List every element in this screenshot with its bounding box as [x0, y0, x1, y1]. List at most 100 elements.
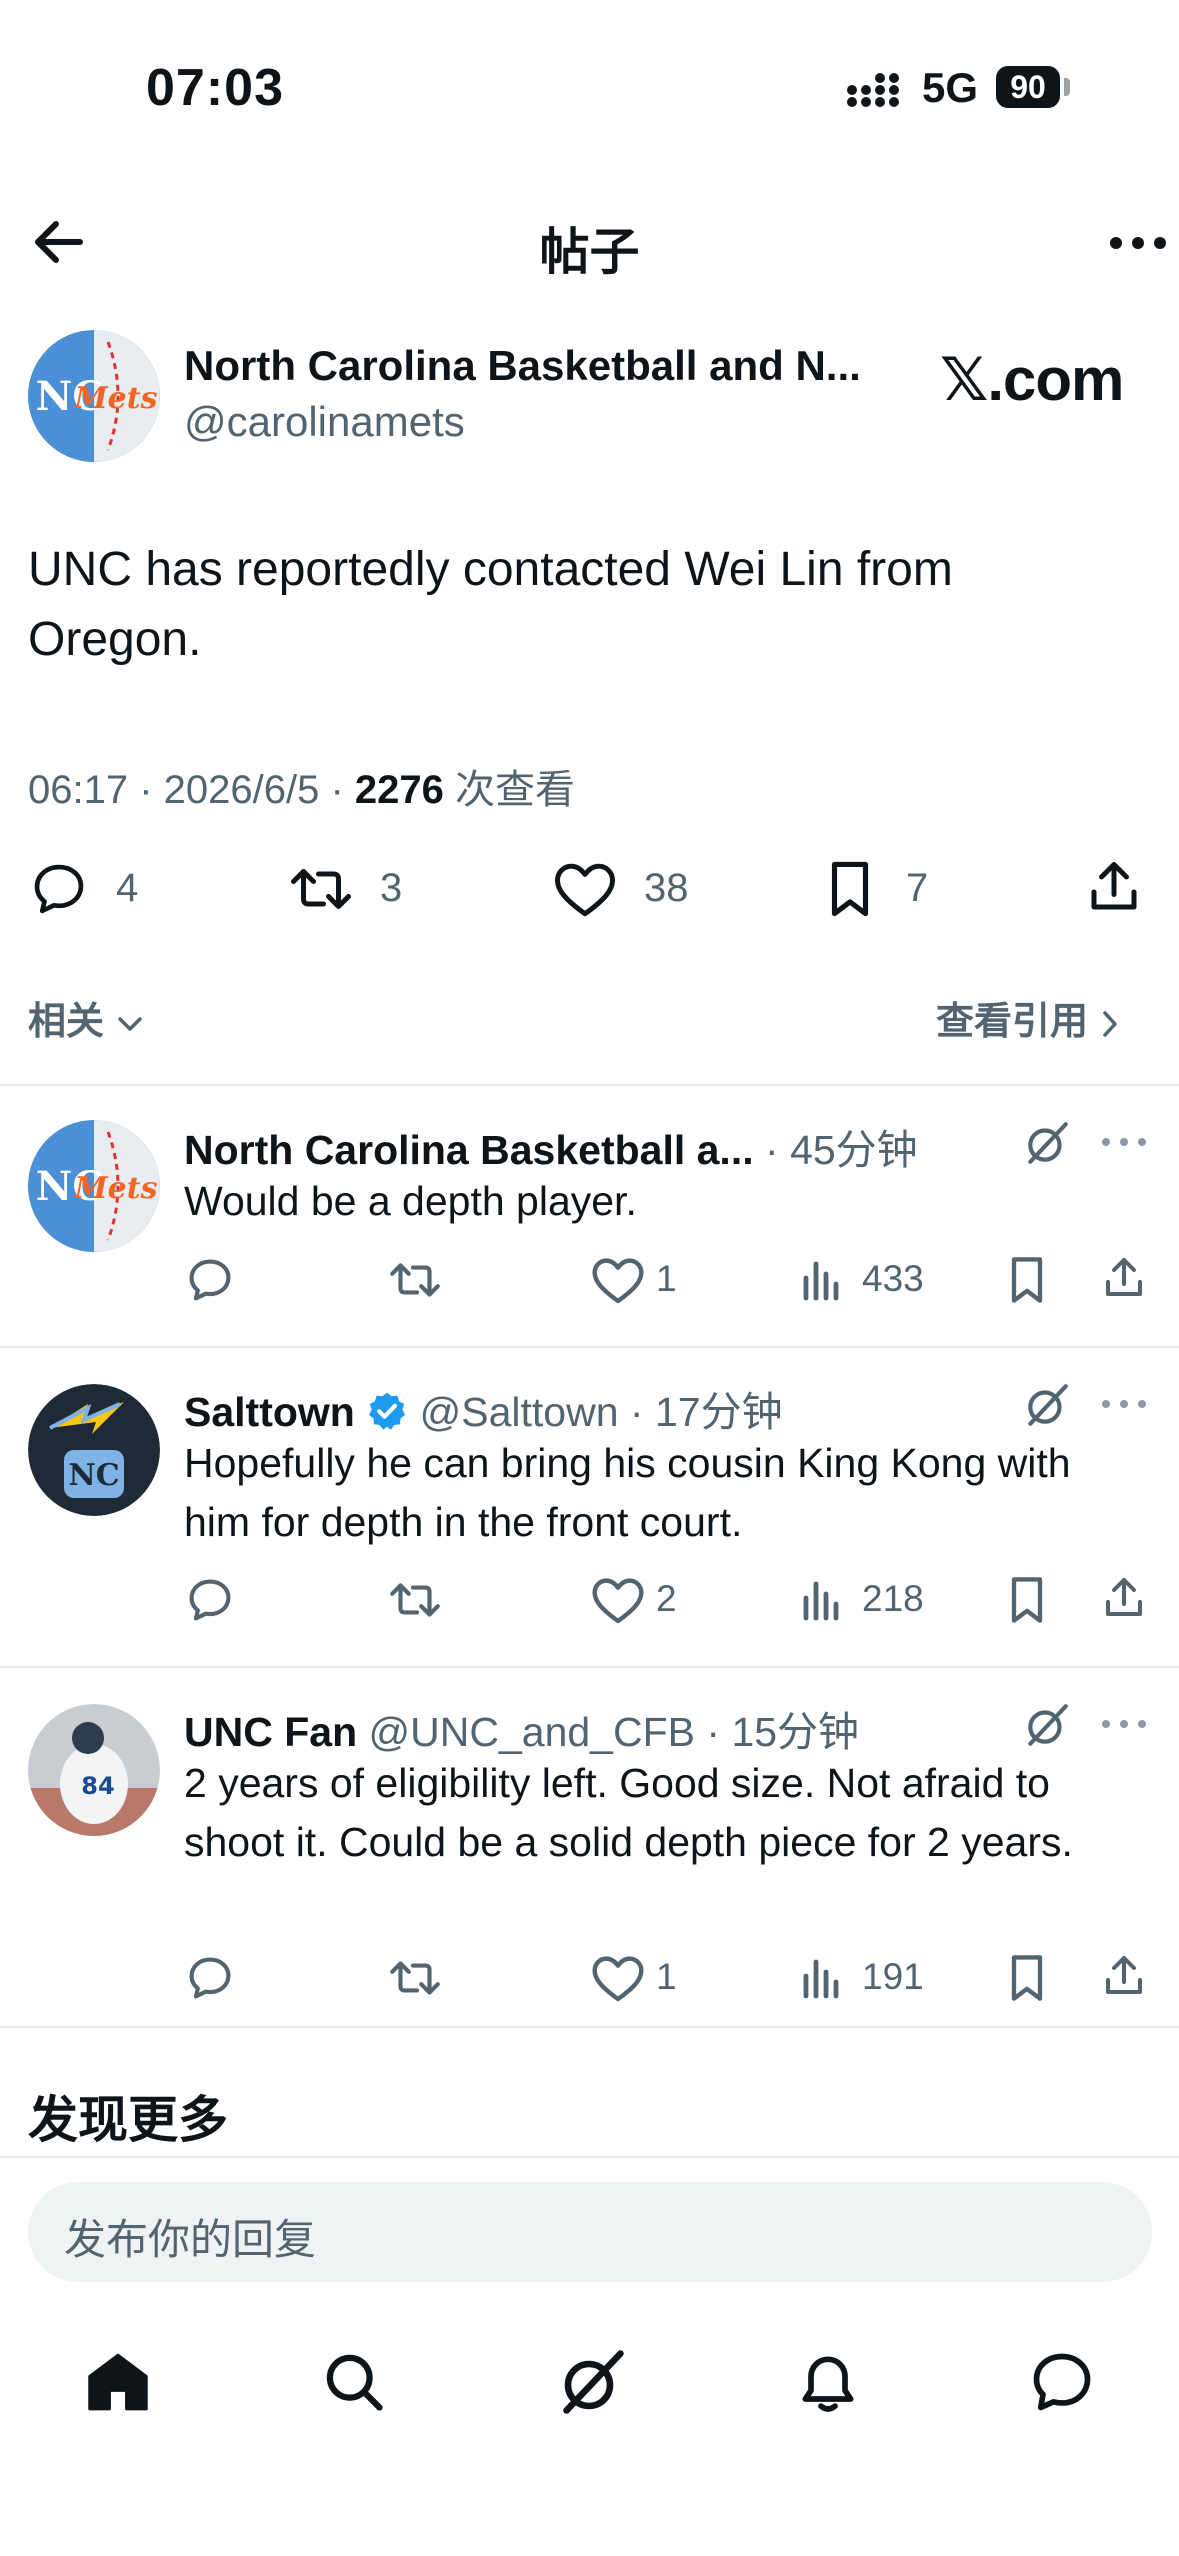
- nav-search[interactable]: [320, 2348, 388, 2416]
- related-dropdown[interactable]: 相关: [28, 990, 145, 1045]
- more-options-button[interactable]: [1108, 232, 1168, 254]
- share-icon: [1091, 862, 1137, 910]
- view-quotes-link[interactable]: 查看引用: [936, 990, 1121, 1045]
- post-views: 2276: [354, 768, 444, 812]
- nav-home[interactable]: [84, 2348, 152, 2416]
- xcom-watermark: 𝕏.com: [940, 346, 1124, 413]
- views-button[interactable]: [800, 1254, 844, 1306]
- post-date: 2026/6/5: [163, 768, 320, 812]
- reply-time: · 17分钟: [629, 1389, 783, 1435]
- nav-notifications[interactable]: [794, 2348, 862, 2416]
- battery-icon: [1064, 78, 1070, 96]
- views-count: 433: [862, 1258, 924, 1299]
- like-count: 1: [656, 1258, 677, 1299]
- more-icon[interactable]: [1100, 1396, 1148, 1412]
- reply-icon: [34, 864, 84, 914]
- divider: [0, 2026, 1179, 2028]
- home-icon: [88, 2353, 148, 2411]
- nav-messages[interactable]: [1028, 2348, 1096, 2416]
- heart-icon: [592, 1578, 644, 1624]
- more-icon[interactable]: [1100, 1716, 1148, 1732]
- repost-button[interactable]: [386, 1254, 444, 1306]
- like-button[interactable]: [590, 1952, 646, 2004]
- status-time: 07:03: [146, 59, 284, 117]
- post-time: 06:17: [28, 768, 129, 812]
- bookmark-button[interactable]: [1004, 1952, 1050, 2004]
- grok-icon[interactable]: [1022, 1380, 1072, 1430]
- divider: [0, 1084, 1179, 1086]
- like-count: 38: [644, 866, 689, 910]
- reply-author-handle: @Salttown: [419, 1389, 619, 1435]
- repost-button[interactable]: [386, 1952, 444, 2004]
- like-count: 2: [656, 1578, 677, 1619]
- chevron-down-icon: [117, 1017, 142, 1031]
- reply-icon: [189, 1579, 231, 1621]
- signal-icon: [846, 70, 910, 110]
- share-button[interactable]: [1100, 1572, 1148, 1624]
- like-button[interactable]: [590, 1574, 646, 1626]
- bookmark-icon: [1011, 1955, 1043, 2001]
- page-title: 帖子: [539, 224, 640, 280]
- reply-author-line[interactable]: Salttown @Salttown · 17分钟: [184, 1378, 783, 1438]
- bookmark-icon: [1011, 1257, 1043, 1303]
- search-icon: [326, 2354, 383, 2411]
- view-quotes-label: 查看引用: [936, 1001, 1089, 1043]
- reply-button[interactable]: [184, 1952, 236, 2004]
- reply-time: · 45分钟: [765, 1127, 918, 1173]
- views-count: 218: [862, 1578, 924, 1619]
- bookmark-button[interactable]: [1004, 1574, 1050, 1626]
- divider: [0, 1346, 1179, 1348]
- reply-button[interactable]: [28, 858, 90, 920]
- repost-button[interactable]: [286, 858, 356, 920]
- views-button[interactable]: [800, 1952, 844, 2004]
- views-count: 191: [862, 1956, 924, 1997]
- repost-icon: [390, 1961, 440, 1995]
- like-button[interactable]: [590, 1254, 646, 1306]
- network-type: 5G: [922, 64, 979, 111]
- like-button[interactable]: [552, 858, 618, 920]
- more-icon[interactable]: [1100, 1134, 1148, 1150]
- like-count: 1: [656, 1956, 677, 1997]
- post-views-label: 次查看: [455, 768, 576, 812]
- bookmark-button[interactable]: [820, 858, 880, 920]
- reply-avatar[interactable]: NC Mets: [28, 1120, 160, 1252]
- reply-avatar[interactable]: 84: [28, 1704, 160, 1836]
- heart-icon: [592, 1956, 644, 2002]
- chevron-right-icon: [1102, 1011, 1117, 1037]
- more-icon: [1110, 237, 1166, 249]
- reply-author-name: Salttown: [184, 1389, 355, 1435]
- related-label: 相关: [28, 1001, 105, 1043]
- reply-avatar[interactable]: NC: [28, 1384, 160, 1516]
- author-avatar[interactable]: NC Mets: [28, 330, 160, 462]
- bookmark-button[interactable]: [1004, 1254, 1050, 1306]
- reply-button[interactable]: [184, 1574, 236, 1626]
- reply-author-name: North Carolina Basketball a...: [184, 1127, 754, 1173]
- verified-badge-icon: [369, 1392, 406, 1430]
- nav-grok[interactable]: [556, 2346, 628, 2418]
- share-icon: [1106, 1956, 1142, 1994]
- share-button[interactable]: [1100, 1252, 1148, 1304]
- messages-icon: [1033, 2353, 1091, 2411]
- share-button[interactable]: [1084, 856, 1144, 918]
- repost-icon: [291, 869, 351, 909]
- divider: [0, 2156, 1179, 2158]
- views-button[interactable]: [800, 1574, 844, 1626]
- author-name[interactable]: North Carolina Basketball and N...: [184, 342, 861, 390]
- svg-text:Mets: Mets: [73, 1171, 157, 1206]
- reply-button[interactable]: [184, 1254, 236, 1306]
- share-icon: [1106, 1578, 1142, 1616]
- repost-button[interactable]: [386, 1574, 444, 1626]
- bookmark-count: 7: [906, 866, 929, 910]
- analytics-icon: [803, 1261, 839, 1301]
- share-icon: [1106, 1258, 1142, 1296]
- reply-icon: [189, 1259, 231, 1301]
- analytics-icon: [803, 1959, 839, 1999]
- reply-author-line[interactable]: UNC Fan @UNC_and_CFB · 15分钟: [184, 1698, 859, 1758]
- grok-icon[interactable]: [1022, 1700, 1072, 1750]
- author-handle[interactable]: @carolinamets: [184, 398, 465, 446]
- reply-icon: [189, 1957, 231, 1999]
- share-button[interactable]: [1100, 1950, 1148, 2002]
- grok-icon[interactable]: [1022, 1118, 1072, 1168]
- reply-author-line[interactable]: North Carolina Basketball a... · 45分钟: [184, 1116, 918, 1176]
- svg-text:NC: NC: [68, 1458, 119, 1493]
